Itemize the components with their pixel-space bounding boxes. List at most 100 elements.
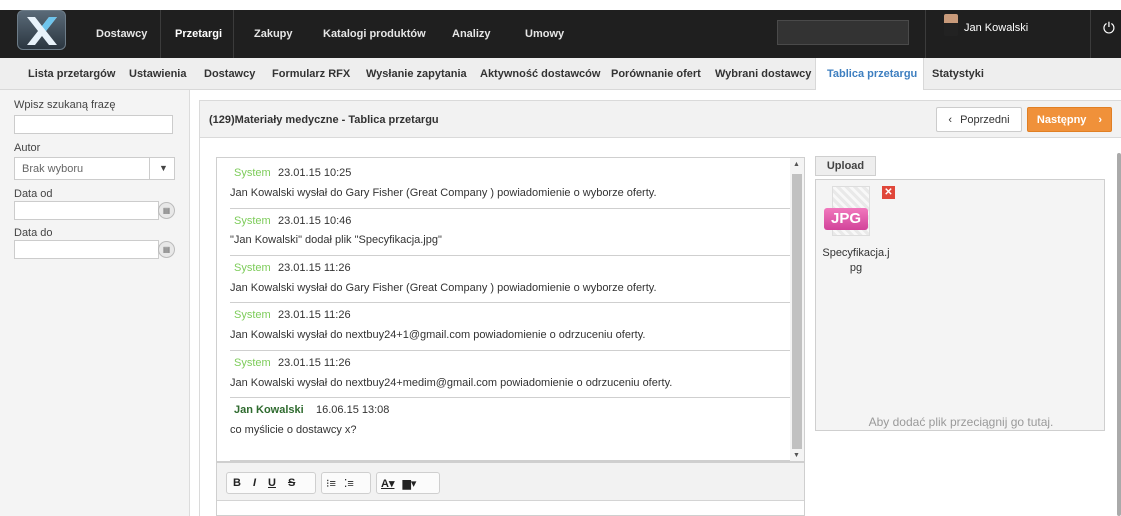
upload-button[interactable]: Upload (815, 156, 876, 176)
author-select-value: Brak wyboru (22, 163, 84, 175)
date-from-input[interactable] (14, 201, 159, 220)
message-time: 23.01.15 11:26 (278, 262, 351, 274)
select-divider (149, 158, 150, 179)
top-nav-katalogi[interactable]: Katalogi produktów (323, 10, 426, 58)
delete-file-icon[interactable]: ✕ (882, 186, 895, 199)
underline-button[interactable]: U (262, 477, 282, 489)
message-time: 23.01.15 11:26 (278, 309, 351, 321)
editor-toolbar: B I U S ⁝≡ ⁚≡ A▾ ▆▾ (217, 463, 804, 501)
message-author: System (234, 309, 271, 321)
color-group: A▾ ▆▾ (376, 472, 440, 494)
scroll-up-icon[interactable]: ▲ (793, 161, 800, 168)
message-separator (230, 460, 800, 461)
search-input[interactable] (14, 115, 173, 134)
power-icon[interactable]: ⏻ (1103, 20, 1115, 37)
top-search-input[interactable] (777, 20, 909, 45)
top-bar: Dostawcy Przetargi Zakupy Katalogi produ… (0, 10, 1121, 58)
file-name[interactable]: Specyfikacja.jpg (822, 246, 890, 276)
scroll-down-icon[interactable]: ▼ (793, 452, 800, 459)
tab-aktywnosc-dostawcow[interactable]: Aktywność dostawców (480, 68, 600, 80)
message-separator (230, 208, 800, 209)
format-group: B I U S (226, 472, 316, 494)
tab-wybrani-dostawcy[interactable]: Wybrani dostawcy (715, 68, 811, 80)
app-logo[interactable] (17, 10, 66, 50)
message-time: 16.06.15 13:08 (316, 404, 390, 416)
ordered-list-icon[interactable]: ⁝≡ (322, 477, 340, 490)
tab-ustawienia[interactable]: Ustawienia (129, 68, 186, 80)
divider (233, 10, 234, 58)
drop-hint: Aby dodać plik przeciągnij go tutaj. (868, 415, 1054, 429)
top-nav-przetargi[interactable]: Przetargi (175, 10, 222, 58)
message-text: "Jan Kowalski" dodał plik "Specyfikacja.… (230, 234, 442, 246)
file-dropzone[interactable]: JPG ✕ Specyfikacja.jpg Aby dodać plik pr… (815, 179, 1105, 431)
tab-porownanie-ofert[interactable]: Porównanie ofert (611, 68, 701, 80)
top-nav-zakupy[interactable]: Zakupy (254, 10, 293, 58)
scrollbar-thumb[interactable] (792, 174, 802, 449)
message-scrollbar[interactable]: ▲ ▼ (790, 158, 804, 461)
top-nav-label[interactable]: Katalogi produktów (323, 28, 426, 40)
chevron-right-icon: › (1098, 113, 1103, 126)
tab-statystyki[interactable]: Statystyki (932, 68, 984, 80)
page-title: (129)Materiały medyczne - Tablica przeta… (209, 114, 439, 126)
message-separator (230, 302, 800, 303)
previous-label: Poprzedni (960, 113, 1010, 126)
text-color-icon[interactable]: A▾ (377, 477, 398, 490)
message-text: Jan Kowalski wysłał do Gary Fisher (Grea… (230, 187, 657, 199)
strike-button[interactable]: S (282, 477, 301, 489)
message-separator (230, 350, 800, 351)
calendar-icon[interactable]: ▦ (158, 241, 175, 258)
top-nav-analizy[interactable]: Analizy (452, 10, 491, 58)
message-time: 23.01.15 11:26 (278, 357, 351, 369)
message-author: Jan Kowalski (234, 404, 304, 416)
top-nav-label[interactable]: Analizy (452, 28, 491, 40)
divider (925, 10, 926, 58)
list-group: ⁝≡ ⁚≡ (321, 472, 371, 494)
file-thumbnail[interactable]: JPG (824, 186, 874, 240)
page-scrollbar[interactable] (1117, 153, 1121, 516)
user-name[interactable]: Jan Kowalski (964, 22, 1028, 34)
top-nav-label[interactable]: Przetargi (175, 28, 222, 40)
calendar-icon[interactable]: ▦ (158, 202, 175, 219)
date-from-label: Data od (14, 188, 53, 200)
message-list[interactable]: System 23.01.15 10:25 Jan Kowalski wysła… (216, 157, 805, 462)
chevron-left-icon: ‹ (948, 113, 953, 126)
message-author: System (234, 215, 271, 227)
top-nav-label[interactable]: Umowy (525, 28, 564, 40)
jpg-badge: JPG (824, 208, 868, 230)
background-color-icon[interactable]: ▆▾ (398, 477, 420, 490)
board-header: (129)Materiały medyczne - Tablica przeta… (199, 100, 1121, 138)
top-nav-dostawcy[interactable]: Dostawcy (96, 10, 147, 58)
message-text: Jan Kowalski wysłał do nextbuy24+medim@g… (230, 377, 673, 389)
date-to-input[interactable] (14, 240, 159, 259)
next-button[interactable]: Następny › (1027, 107, 1112, 132)
tab-wyslanie-zapytania[interactable]: Wysłanie zapytania (366, 68, 467, 80)
message-text: Jan Kowalski wysłał do Gary Fisher (Grea… (230, 282, 657, 294)
divider (1090, 10, 1091, 58)
bold-button[interactable]: B (227, 477, 247, 489)
message-author: System (234, 357, 271, 369)
tab-formularz-rfx[interactable]: Formularz RFX (272, 68, 350, 80)
avatar[interactable] (944, 14, 958, 36)
italic-button[interactable]: I (247, 477, 262, 489)
tab-tablica-przetargu[interactable]: Tablica przetargu (827, 68, 917, 80)
message-editor[interactable]: B I U S ⁝≡ ⁚≡ A▾ ▆▾ (216, 462, 805, 516)
divider (160, 10, 161, 58)
bullet-list-icon[interactable]: ⁚≡ (340, 477, 358, 490)
message-text: co myślicie o dostawcy x? (230, 424, 357, 436)
tab-dostawcy[interactable]: Dostawcy (204, 68, 255, 80)
date-to-label: Data do (14, 227, 53, 239)
search-label: Wpisz szukaną frazę (14, 99, 116, 111)
message-separator (230, 255, 800, 256)
tab-lista-przetargow[interactable]: Lista przetargów (28, 68, 115, 80)
message-author: System (234, 262, 271, 274)
message-time: 23.01.15 10:25 (278, 167, 352, 179)
chevron-down-icon[interactable]: ▼ (159, 163, 168, 173)
top-nav-label[interactable]: Zakupy (254, 28, 293, 40)
next-label: Następny (1036, 113, 1087, 126)
message-text: Jan Kowalski wysłał do nextbuy24+1@gmail… (230, 329, 646, 341)
top-nav-umowy[interactable]: Umowy (525, 10, 564, 58)
top-nav-label[interactable]: Dostawcy (96, 28, 147, 40)
previous-button[interactable]: ‹ Poprzedni (936, 107, 1022, 132)
author-label: Autor (14, 142, 41, 154)
filter-panel: Wpisz szukaną frazę Autor ▼ Brak wyboru … (0, 90, 190, 516)
